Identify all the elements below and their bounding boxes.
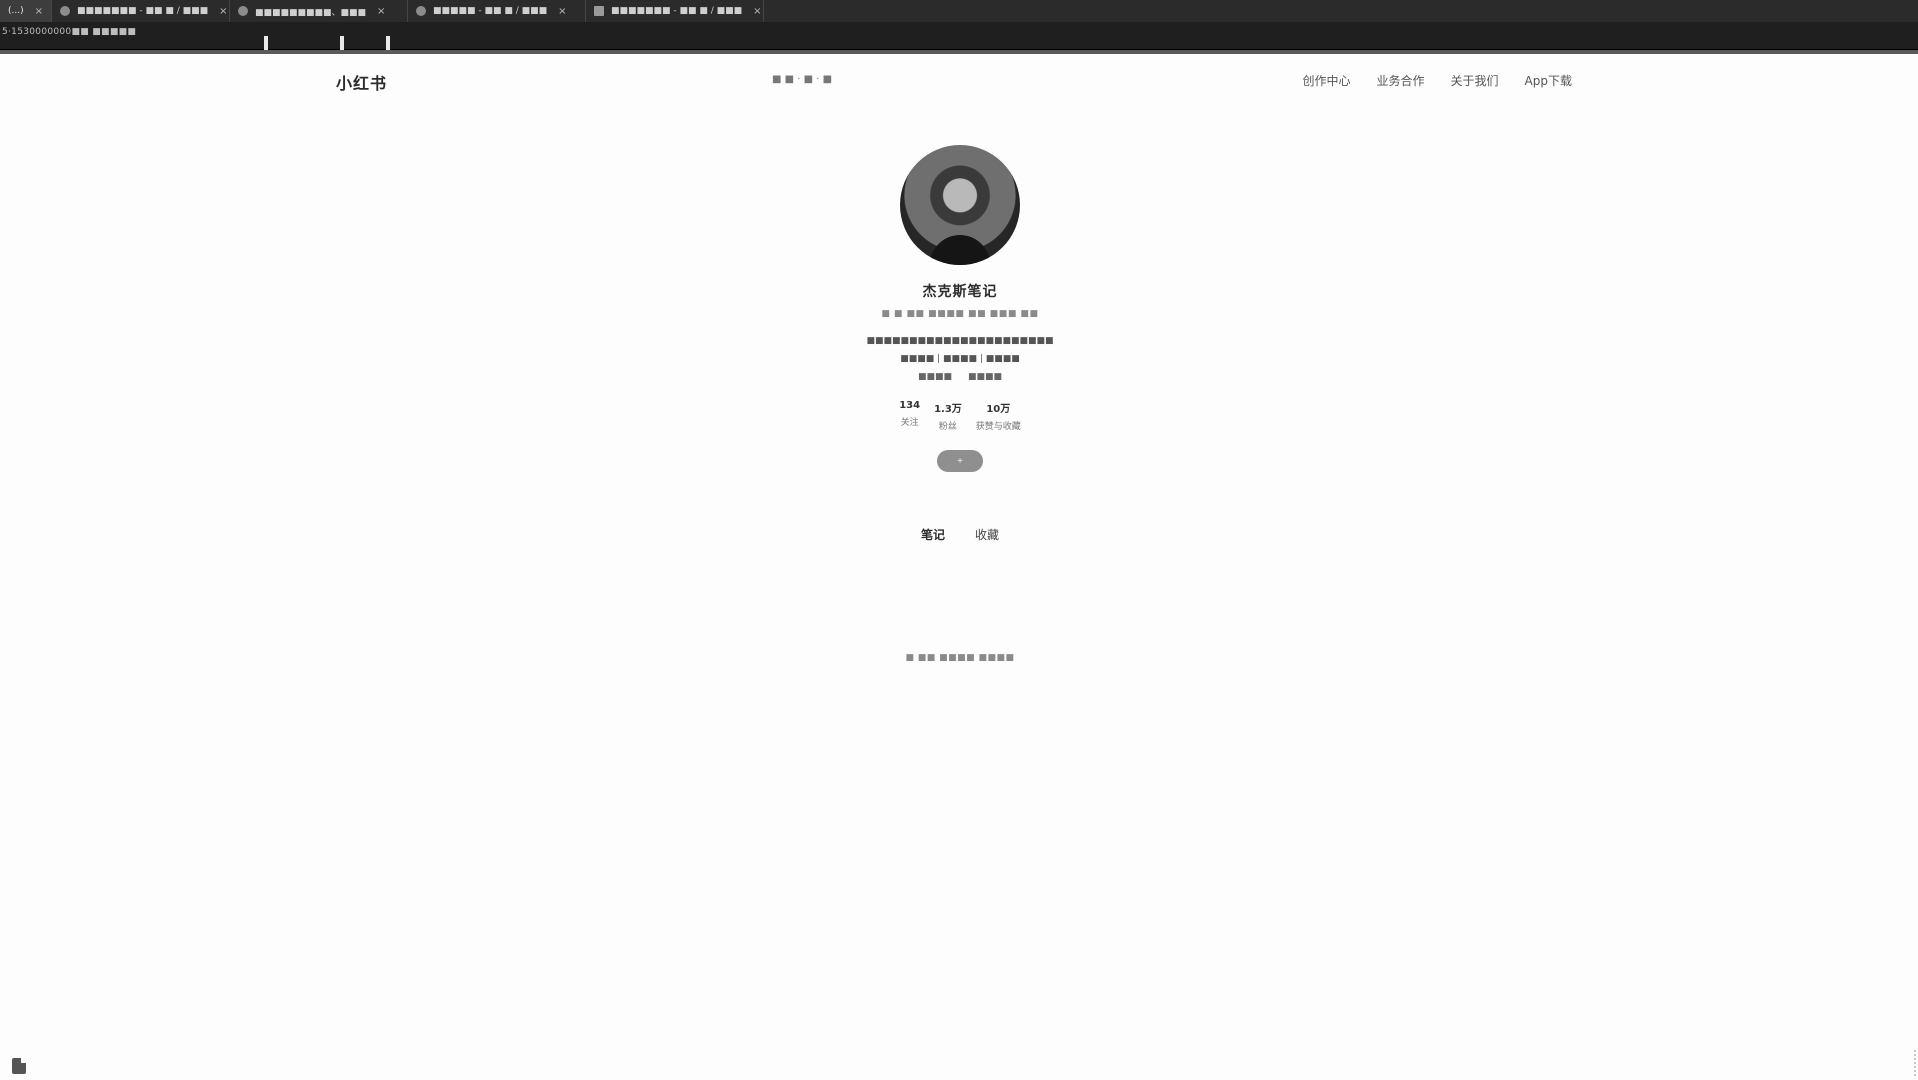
- profile-bio: ■■■■■■■■■■■■■■■■■■■■■■ ■■■■ | ■■■■ | ■■■…: [810, 332, 1110, 368]
- close-icon[interactable]: ×: [377, 6, 385, 17]
- browser-tab-strip: (...) × ■■■■■■■ - ■■ ■ / ■■■ × ■■■■■■■■■…: [0, 0, 1918, 22]
- bio-line: ■■■■■■■■■■■■■■■■■■■■■■: [866, 336, 1054, 346]
- tab-notes[interactable]: 笔记: [921, 526, 945, 543]
- profile-name: 杰克斯笔记: [922, 284, 998, 300]
- stat-followers[interactable]: 1.3万 粉丝: [934, 400, 962, 432]
- url-text: 5·1530000000■■ ■■■■■: [2, 27, 137, 37]
- load-tick: [340, 36, 344, 50]
- tab-title: (...): [8, 6, 24, 16]
- nav-app-download[interactable]: App下载: [1525, 72, 1572, 89]
- top-nav: 创作中心 业务合作 关于我们 App下载: [1303, 72, 1573, 89]
- close-icon[interactable]: ×: [219, 6, 227, 17]
- tab-title: ■■■■■■■ - ■■ ■ / ■■■: [77, 6, 209, 16]
- site-favicon-icon: [238, 6, 248, 16]
- address-bar[interactable]: 5·1530000000■■ ■■■■■: [0, 22, 1918, 50]
- close-icon[interactable]: ×: [558, 6, 566, 17]
- bio-line: ■■■■ | ■■■■ | ■■■■: [900, 354, 1020, 364]
- nav-business[interactable]: 业务合作: [1377, 72, 1425, 89]
- tab-title: ■■■■■■■■■、■■■: [255, 7, 367, 18]
- stat-likes: 10万 获赞与收藏: [976, 400, 1021, 432]
- load-tick: [386, 36, 390, 50]
- file-icon[interactable]: [12, 1058, 26, 1074]
- browser-tab[interactable]: (...) ×: [0, 0, 52, 22]
- close-icon[interactable]: ×: [35, 6, 43, 17]
- empty-state-text: ■ ■■ ■■■■ ■■■■: [905, 653, 1015, 663]
- browser-tab[interactable]: ■■■■■ - ■■ ■ / ■■■ ×: [408, 0, 586, 22]
- browser-tab[interactable]: ■■■■■■■■■、■■■ ×: [230, 0, 408, 22]
- header-center-text: ■ ■ · ■ · ■: [772, 74, 833, 85]
- site-logo[interactable]: 小红书: [336, 70, 387, 94]
- stat-following[interactable]: 134 关注: [899, 400, 920, 432]
- resize-handle[interactable]: [1908, 1050, 1916, 1076]
- nav-creator-center[interactable]: 创作中心: [1303, 72, 1351, 89]
- tab-title: ■■■■■ - ■■ ■ / ■■■: [433, 6, 548, 16]
- site-favicon-icon: [60, 6, 70, 16]
- load-tick: [264, 36, 268, 50]
- tab-collections[interactable]: 收藏: [975, 526, 999, 543]
- avatar[interactable]: [900, 145, 1020, 265]
- site-favicon-icon: [416, 6, 426, 16]
- stat-label: 粉丝: [938, 422, 957, 432]
- tab-title: ■■■■■■■ - ■■ ■ / ■■■: [611, 6, 743, 16]
- stat-label: 获赞与收藏: [975, 422, 1021, 432]
- profile-meta: ■ ■ ■■ ■■■■ ■■ ■■■ ■■: [881, 309, 1039, 319]
- stat-number: 1.3万: [934, 404, 962, 415]
- browser-tab[interactable]: ■■■■■■■ - ■■ ■ / ■■■ ×: [52, 0, 230, 22]
- stat-label: 关注: [900, 418, 919, 428]
- follow-button[interactable]: +: [937, 450, 983, 472]
- profile-stats: 134 关注 1.3万 粉丝 10万 获赞与收藏: [899, 400, 1021, 432]
- page-load-bar: [0, 50, 1918, 54]
- stat-number: 10万: [986, 404, 1011, 415]
- profile-tags: ■■■■ ■■■■: [918, 372, 1002, 382]
- profile-tag[interactable]: ■■■■: [918, 372, 952, 382]
- browser-tab[interactable]: ■■■■■■■ - ■■ ■ / ■■■ ×: [586, 0, 764, 22]
- nav-about[interactable]: 关于我们: [1451, 72, 1499, 89]
- profile-tag[interactable]: ■■■■: [968, 372, 1002, 382]
- profile-section: 杰克斯笔记 ■ ■ ■■ ■■■■ ■■ ■■■ ■■ ■■■■■■■■■■■■…: [760, 145, 1160, 663]
- document-favicon-icon: [594, 6, 604, 16]
- stat-number: 134: [899, 400, 921, 411]
- close-icon[interactable]: ×: [753, 6, 761, 17]
- content-tabs: 笔记 收藏: [921, 526, 999, 543]
